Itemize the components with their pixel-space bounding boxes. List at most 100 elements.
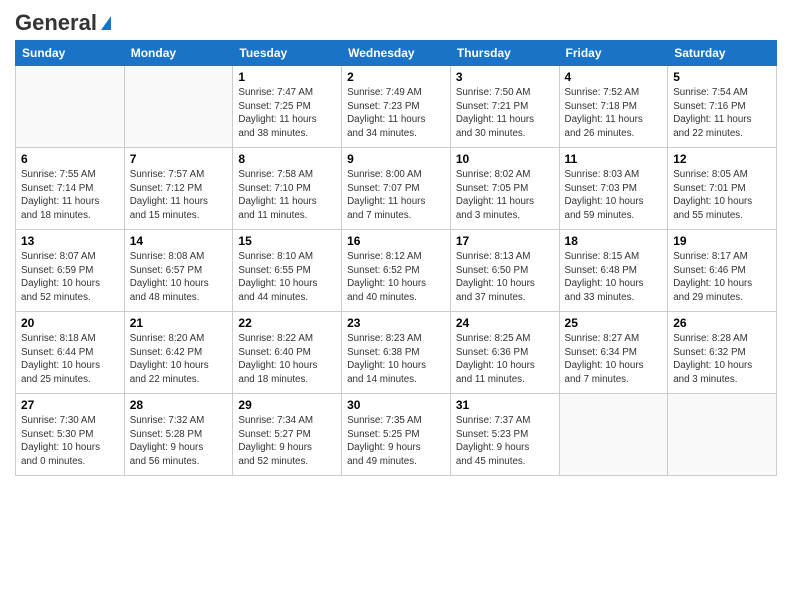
- day-info: Sunrise: 7:30 AMSunset: 5:30 PMDaylight:…: [21, 414, 119, 469]
- day-number: 18: [565, 234, 663, 248]
- calendar-cell: 5 Sunrise: 7:54 AMSunset: 7:16 PMDaylight…: [668, 66, 777, 148]
- day-info: Sunrise: 7:32 AMSunset: 5:28 PMDaylight:…: [130, 414, 228, 469]
- day-number: 31: [456, 398, 554, 412]
- calendar-week-row: 13 Sunrise: 8:07 AMSunset: 6:59 PMDayligh…: [16, 230, 777, 312]
- day-number: 19: [673, 234, 771, 248]
- day-number: 29: [238, 398, 336, 412]
- day-info: Sunrise: 7:57 AMSunset: 7:12 PMDaylight:…: [130, 168, 228, 223]
- weekday-header-wednesday: Wednesday: [342, 41, 451, 66]
- day-number: 12: [673, 152, 771, 166]
- header: General: [15, 10, 777, 32]
- calendar-cell: 29 Sunrise: 7:34 AMSunset: 5:27 PMDayligh…: [233, 394, 342, 476]
- logo: General: [15, 10, 111, 32]
- day-number: 14: [130, 234, 228, 248]
- day-info: Sunrise: 7:58 AMSunset: 7:10 PMDaylight:…: [238, 168, 336, 223]
- calendar-cell: 1 Sunrise: 7:47 AMSunset: 7:25 PMDaylight…: [233, 66, 342, 148]
- day-info: Sunrise: 8:13 AMSunset: 6:50 PMDaylight:…: [456, 250, 554, 305]
- calendar-cell: 11Sunrise: 8:03 AMSunset: 7:03 PMDayligh…: [559, 148, 668, 230]
- day-info: Sunrise: 8:28 AMSunset: 6:32 PMDaylight:…: [673, 332, 771, 387]
- calendar-cell: 16 Sunrise: 8:12 AMSunset: 6:52 PMDayligh…: [342, 230, 451, 312]
- calendar-cell: 18 Sunrise: 8:15 AMSunset: 6:48 PMDayligh…: [559, 230, 668, 312]
- day-number: 2: [347, 70, 445, 84]
- day-info: Sunrise: 8:12 AMSunset: 6:52 PMDaylight:…: [347, 250, 445, 305]
- calendar-cell: 2 Sunrise: 7:49 AMSunset: 7:23 PMDaylight…: [342, 66, 451, 148]
- calendar-cell: 6Sunrise: 7:55 AMSunset: 7:14 PMDaylight…: [16, 148, 125, 230]
- weekday-header-sunday: Sunday: [16, 41, 125, 66]
- day-info: Sunrise: 7:50 AMSunset: 7:21 PMDaylight:…: [456, 86, 554, 141]
- calendar-header-row: SundayMondayTuesdayWednesdayThursdayFrid…: [16, 41, 777, 66]
- day-info: Sunrise: 8:15 AMSunset: 6:48 PMDaylight:…: [565, 250, 663, 305]
- day-info: Sunrise: 8:07 AMSunset: 6:59 PMDaylight:…: [21, 250, 119, 305]
- day-info: Sunrise: 7:52 AMSunset: 7:18 PMDaylight:…: [565, 86, 663, 141]
- day-number: 16: [347, 234, 445, 248]
- calendar-cell: 14 Sunrise: 8:08 AMSunset: 6:57 PMDayligh…: [124, 230, 233, 312]
- calendar-cell: 22 Sunrise: 8:22 AMSunset: 6:40 PMDayligh…: [233, 312, 342, 394]
- day-info: Sunrise: 8:05 AMSunset: 7:01 PMDaylight:…: [673, 168, 771, 223]
- day-info: Sunrise: 8:22 AMSunset: 6:40 PMDaylight:…: [238, 332, 336, 387]
- calendar-cell: 12 Sunrise: 8:05 AMSunset: 7:01 PMDayligh…: [668, 148, 777, 230]
- day-info: Sunrise: 7:37 AMSunset: 5:23 PMDaylight:…: [456, 414, 554, 469]
- day-number: 3: [456, 70, 554, 84]
- day-info: Sunrise: 8:02 AMSunset: 7:05 PMDaylight:…: [456, 168, 554, 223]
- calendar-cell: 28 Sunrise: 7:32 AMSunset: 5:28 PMDayligh…: [124, 394, 233, 476]
- day-number: 7: [130, 152, 228, 166]
- calendar-cell: 25Sunrise: 8:27 AMSunset: 6:34 PMDayligh…: [559, 312, 668, 394]
- day-info: Sunrise: 7:47 AMSunset: 7:25 PMDaylight:…: [238, 86, 336, 141]
- day-info: Sunrise: 8:27 AMSunset: 6:34 PMDaylight:…: [565, 332, 663, 387]
- day-info: Sunrise: 7:49 AMSunset: 7:23 PMDaylight:…: [347, 86, 445, 141]
- day-info: Sunrise: 7:54 AMSunset: 7:16 PMDaylight:…: [673, 86, 771, 141]
- day-number: 28: [130, 398, 228, 412]
- weekday-header-monday: Monday: [124, 41, 233, 66]
- day-number: 22: [238, 316, 336, 330]
- day-info: Sunrise: 7:35 AMSunset: 5:25 PMDaylight:…: [347, 414, 445, 469]
- calendar-week-row: 1 Sunrise: 7:47 AMSunset: 7:25 PMDaylight…: [16, 66, 777, 148]
- logo-text: General: [15, 10, 97, 36]
- day-info: Sunrise: 8:20 AMSunset: 6:42 PMDaylight:…: [130, 332, 228, 387]
- day-info: Sunrise: 7:55 AMSunset: 7:14 PMDaylight:…: [21, 168, 119, 223]
- day-number: 8: [238, 152, 336, 166]
- calendar-cell: 15Sunrise: 8:10 AMSunset: 6:55 PMDayligh…: [233, 230, 342, 312]
- day-info: Sunrise: 8:00 AMSunset: 7:07 PMDaylight:…: [347, 168, 445, 223]
- calendar-cell: 23Sunrise: 8:23 AMSunset: 6:38 PMDayligh…: [342, 312, 451, 394]
- calendar-cell: 7 Sunrise: 7:57 AMSunset: 7:12 PMDaylight…: [124, 148, 233, 230]
- day-number: 27: [21, 398, 119, 412]
- calendar-cell: 17 Sunrise: 8:13 AMSunset: 6:50 PMDayligh…: [450, 230, 559, 312]
- calendar-cell: 4 Sunrise: 7:52 AMSunset: 7:18 PMDaylight…: [559, 66, 668, 148]
- day-number: 20: [21, 316, 119, 330]
- weekday-header-thursday: Thursday: [450, 41, 559, 66]
- calendar-cell: [668, 394, 777, 476]
- logo-triangle-icon: [101, 16, 111, 30]
- calendar-cell: 27 Sunrise: 7:30 AMSunset: 5:30 PMDayligh…: [16, 394, 125, 476]
- day-number: 11: [565, 152, 663, 166]
- day-number: 9: [347, 152, 445, 166]
- day-number: 21: [130, 316, 228, 330]
- day-number: 30: [347, 398, 445, 412]
- day-info: Sunrise: 8:08 AMSunset: 6:57 PMDaylight:…: [130, 250, 228, 305]
- calendar-cell: 24Sunrise: 8:25 AMSunset: 6:36 PMDayligh…: [450, 312, 559, 394]
- calendar-week-row: 6Sunrise: 7:55 AMSunset: 7:14 PMDaylight…: [16, 148, 777, 230]
- calendar-table: SundayMondayTuesdayWednesdayThursdayFrid…: [15, 40, 777, 476]
- day-number: 1: [238, 70, 336, 84]
- day-number: 26: [673, 316, 771, 330]
- calendar-cell: 13 Sunrise: 8:07 AMSunset: 6:59 PMDayligh…: [16, 230, 125, 312]
- day-number: 4: [565, 70, 663, 84]
- calendar-cell: 8 Sunrise: 7:58 AMSunset: 7:10 PMDaylight…: [233, 148, 342, 230]
- calendar-cell: 10 Sunrise: 8:02 AMSunset: 7:05 PMDayligh…: [450, 148, 559, 230]
- day-info: Sunrise: 7:34 AMSunset: 5:27 PMDaylight:…: [238, 414, 336, 469]
- day-number: 24: [456, 316, 554, 330]
- calendar-cell: 21 Sunrise: 8:20 AMSunset: 6:42 PMDayligh…: [124, 312, 233, 394]
- day-info: Sunrise: 8:23 AMSunset: 6:38 PMDaylight:…: [347, 332, 445, 387]
- day-number: 17: [456, 234, 554, 248]
- day-number: 10: [456, 152, 554, 166]
- calendar-cell: 31 Sunrise: 7:37 AMSunset: 5:23 PMDayligh…: [450, 394, 559, 476]
- weekday-header-saturday: Saturday: [668, 41, 777, 66]
- day-number: 15: [238, 234, 336, 248]
- calendar-cell: 19Sunrise: 8:17 AMSunset: 6:46 PMDayligh…: [668, 230, 777, 312]
- day-number: 5: [673, 70, 771, 84]
- calendar-cell: [124, 66, 233, 148]
- calendar-week-row: 20Sunrise: 8:18 AMSunset: 6:44 PMDayligh…: [16, 312, 777, 394]
- weekday-header-tuesday: Tuesday: [233, 41, 342, 66]
- day-number: 13: [21, 234, 119, 248]
- calendar-cell: 3 Sunrise: 7:50 AMSunset: 7:21 PMDaylight…: [450, 66, 559, 148]
- calendar-cell: [559, 394, 668, 476]
